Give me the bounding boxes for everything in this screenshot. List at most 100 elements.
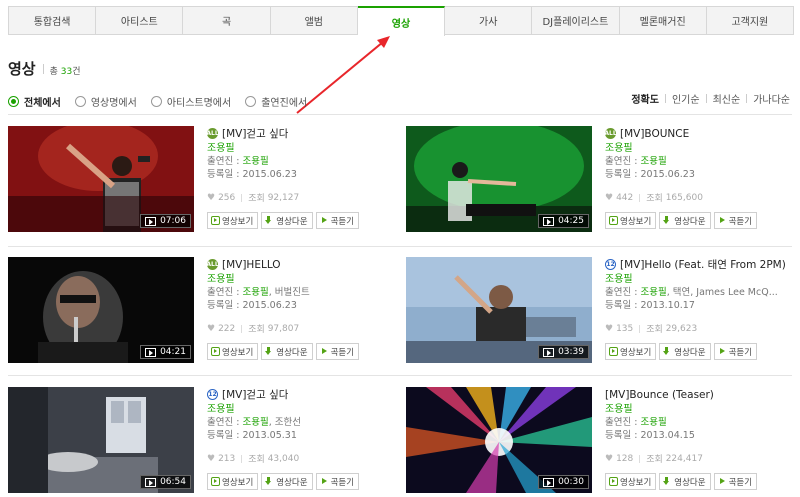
duration-badge: 07:06 xyxy=(140,214,191,228)
heart-icon[interactable]: ♥ xyxy=(207,193,215,203)
play-icon xyxy=(145,477,157,487)
age-rating-12-icon: 12 xyxy=(207,389,218,400)
listen-song-button[interactable]: 곡듣기 xyxy=(713,212,758,229)
watch-video-button[interactable]: 영상보기 xyxy=(605,343,657,360)
tab-lyrics[interactable]: 가사 xyxy=(445,7,533,34)
cast-line: 출연진 : 조용필 xyxy=(207,156,269,167)
tab-dj-playlist[interactable]: DJ플레이리스트 xyxy=(532,7,620,34)
video-thumbnail[interactable]: 04:21 xyxy=(8,257,194,363)
tab-song[interactable]: 곡 xyxy=(183,7,271,34)
duration-badge: 06:54 xyxy=(140,475,191,489)
sort-alphabetical[interactable]: 가나다순 xyxy=(753,91,790,106)
date-line: 등록일 : 2015.06.23 xyxy=(207,169,297,180)
watch-video-button[interactable]: 영상보기 xyxy=(605,212,657,229)
play-icon xyxy=(718,216,727,225)
video-stats: ♥ 135 조회 29,623 xyxy=(605,323,698,336)
play-icon xyxy=(718,347,727,356)
watch-video-button[interactable]: 영상보기 xyxy=(207,212,259,229)
artist-link[interactable]: 조용필 xyxy=(207,273,397,286)
tab-video[interactable]: 영상 xyxy=(357,6,446,36)
video-thumbnail[interactable]: 03:39 xyxy=(406,257,592,363)
download-icon xyxy=(663,347,672,356)
tab-magazine[interactable]: 멜론매거진 xyxy=(620,7,707,34)
radio-icon[interactable] xyxy=(245,96,257,107)
radio-icon[interactable] xyxy=(150,96,162,107)
play-icon xyxy=(145,347,157,357)
video-thumbnail[interactable]: 00:30 xyxy=(406,387,592,493)
listen-song-button[interactable]: 곡듣기 xyxy=(315,343,360,360)
sort-latest[interactable]: 최신순 xyxy=(713,91,741,106)
result-count: 총 33건 xyxy=(49,67,81,77)
download-icon xyxy=(663,477,672,486)
video-play-icon xyxy=(609,216,618,225)
video-title[interactable]: [MV]Hello (Feat. 태연 From 2PM) xyxy=(620,257,786,272)
heart-icon[interactable]: ♥ xyxy=(207,324,215,334)
video-play-icon xyxy=(609,477,618,486)
tab-support[interactable]: 고객지원 xyxy=(707,7,793,34)
video-play-icon xyxy=(211,216,220,225)
artist-link[interactable]: 조용필 xyxy=(605,142,795,155)
video-title[interactable]: [MV]BOUNCE xyxy=(620,128,689,140)
listen-song-button[interactable]: 곡듣기 xyxy=(713,343,758,360)
video-title[interactable]: [MV]걷고 싶다 xyxy=(222,126,288,141)
tab-album[interactable]: 앨범 xyxy=(271,7,358,34)
radio-icon[interactable] xyxy=(74,96,86,107)
heart-icon[interactable]: ♥ xyxy=(605,454,613,464)
video-item: 03:39 12 [MV]Hello (Feat. 태연 From 2PM) 조용… xyxy=(406,257,796,377)
listen-song-button[interactable]: 곡듣기 xyxy=(315,212,360,229)
age-rating-all-icon: ALL xyxy=(206,128,219,139)
sort-popular[interactable]: 인기순 xyxy=(672,91,700,106)
date-line: 등록일 : 2015.06.23 xyxy=(207,300,297,311)
download-video-button[interactable]: 영상다운 xyxy=(659,343,711,360)
play-icon xyxy=(543,477,555,487)
artist-link[interactable]: 조용필 xyxy=(207,142,397,155)
video-item: 04:25 ALL [MV]BOUNCE 조용필 출연진 : 조용필 등록일 : … xyxy=(406,126,796,246)
artist-link[interactable]: 조용필 xyxy=(207,403,397,416)
video-title[interactable]: [MV]걷고 싶다 xyxy=(222,387,288,402)
page-title: 영상 xyxy=(8,60,36,78)
listen-song-button[interactable]: 곡듣기 xyxy=(713,473,758,490)
listen-song-button[interactable]: 곡듣기 xyxy=(315,473,360,490)
filter-video-name[interactable]: 영상명에서 xyxy=(74,94,137,109)
filter-cast[interactable]: 출연진에서 xyxy=(245,94,307,109)
download-icon xyxy=(663,216,672,225)
heart-icon[interactable]: ♥ xyxy=(207,454,215,464)
artist-link[interactable]: 조용필 xyxy=(605,273,795,286)
video-thumbnail[interactable]: 07:06 xyxy=(8,126,194,232)
age-rating-all-icon: ALL xyxy=(604,128,617,139)
date-line: 등록일 : 2013.04.15 xyxy=(605,430,695,441)
video-title[interactable]: [MV]Bounce (Teaser) xyxy=(605,389,714,401)
download-video-button[interactable]: 영상다운 xyxy=(659,473,711,490)
sort-accuracy[interactable]: 정확도 xyxy=(631,91,659,106)
video-item: 07:06 ALL [MV]걷고 싶다 조용필 출연진 : 조용필 등록일 : 2… xyxy=(8,126,398,246)
cast-line: 출연진 : 조용필, 택연, James Lee McQ... xyxy=(605,287,778,298)
filter-artist-name[interactable]: 아티스트명에서 xyxy=(150,94,231,109)
video-stats: ♥ 256 조회 92,127 xyxy=(207,192,300,205)
download-video-button[interactable]: 영상다운 xyxy=(261,343,313,360)
watch-video-button[interactable]: 영상보기 xyxy=(207,473,259,490)
download-video-button[interactable]: 영상다운 xyxy=(261,473,313,490)
duration-badge: 04:21 xyxy=(140,345,191,359)
date-line: 등록일 : 2013.05.31 xyxy=(207,430,297,441)
cast-line: 출연진 : 조용필 xyxy=(605,417,667,428)
tab-artist[interactable]: 아티스트 xyxy=(96,7,184,34)
radio-icon[interactable] xyxy=(8,96,19,107)
date-line: 등록일 : 2015.06.23 xyxy=(605,169,695,180)
play-icon xyxy=(543,347,555,357)
heart-icon[interactable]: ♥ xyxy=(605,193,613,203)
download-video-button[interactable]: 영상다운 xyxy=(659,212,711,229)
artist-link[interactable]: 조용필 xyxy=(605,403,795,416)
heart-icon[interactable]: ♥ xyxy=(605,324,613,334)
play-icon xyxy=(320,216,329,225)
video-title[interactable]: [MV]HELLO xyxy=(222,259,281,271)
tab-integrated[interactable]: 통합검색 xyxy=(9,7,97,34)
watch-video-button[interactable]: 영상보기 xyxy=(605,473,657,490)
video-thumbnail[interactable]: 04:25 xyxy=(406,126,592,232)
filter-all[interactable]: 전체에서 xyxy=(8,94,61,109)
video-thumbnail[interactable]: 06:54 xyxy=(8,387,194,493)
play-icon xyxy=(320,477,329,486)
play-icon xyxy=(320,347,329,356)
download-video-button[interactable]: 영상다운 xyxy=(261,212,313,229)
age-rating-all-icon: ALL xyxy=(206,259,219,270)
watch-video-button[interactable]: 영상보기 xyxy=(207,343,259,360)
